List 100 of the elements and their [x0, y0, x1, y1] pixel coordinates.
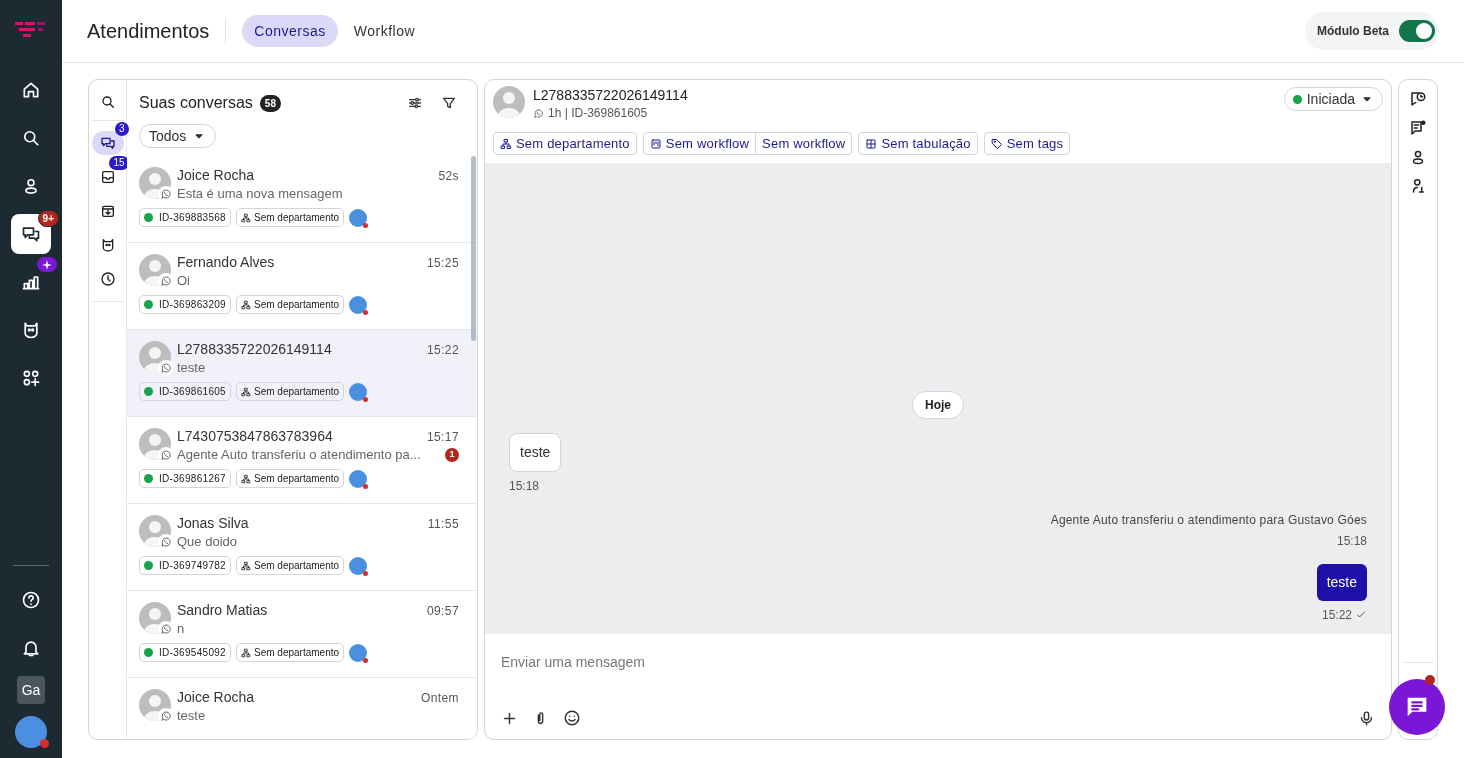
timestamp: 15:17 [426, 429, 459, 446]
inbox-icon [99, 169, 116, 185]
department-chip: Sem departamento [236, 382, 345, 401]
archive-icon [99, 203, 116, 219]
chat-clock-icon[interactable] [1409, 90, 1427, 108]
microphone-icon[interactable] [1358, 709, 1375, 727]
agent-avatar [349, 643, 368, 662]
tag-icon [990, 137, 1003, 150]
sitemap-icon [500, 137, 512, 150]
tag-button[interactable]: Sem tags [984, 133, 1070, 154]
agent-avatar [349, 295, 368, 314]
beta-label: Módulo Beta [1317, 23, 1389, 40]
chat-bubbles-icon [21, 224, 41, 244]
unread-badge: 1 [445, 447, 459, 462]
bell-icon [21, 638, 41, 658]
emoji-icon[interactable] [563, 709, 581, 727]
chat-bubble-icon [160, 362, 172, 374]
department-chip: Sem departamento [236, 208, 345, 227]
message-input[interactable]: Enviar uma mensagem [501, 652, 1375, 673]
department-chip: Sem departamento [236, 295, 345, 314]
message-bubble: teste [1316, 564, 1367, 601]
tag-button[interactable]: Sem workflow [755, 133, 852, 154]
agent-avatar [349, 469, 368, 488]
chat-bubble-icon [160, 623, 172, 635]
tab[interactable]: Conversas [242, 15, 338, 47]
home-icon [21, 80, 41, 100]
message-time: 15:18 [1336, 533, 1367, 550]
agent-avatar [349, 382, 368, 401]
logo-icon[interactable] [15, 20, 47, 40]
grid-icon [865, 137, 878, 150]
tag-button[interactable]: Sem workflow [643, 133, 756, 154]
tag-button[interactable]: Sem departamento [494, 133, 636, 154]
sitemap-icon [241, 212, 251, 223]
contact-name: L7430753847863783964 [177, 428, 333, 446]
search-icon [21, 128, 41, 148]
sliders-icon[interactable] [407, 95, 423, 111]
count-badge: 15 [109, 156, 129, 170]
user-avatar[interactable] [15, 716, 47, 748]
chat-bubble-icon [160, 188, 172, 200]
account-initials[interactable]: Ga [17, 676, 45, 704]
sitemap-icon [241, 473, 251, 484]
id-chip: ID-369545092 [139, 643, 231, 662]
agent-avatar [349, 208, 368, 227]
count-badge: 3 [114, 122, 129, 136]
scrollbar-thumb[interactable] [471, 156, 476, 341]
board-icon [649, 137, 662, 150]
department-chip: Sem departamento [236, 469, 345, 488]
beta-module-toggle[interactable]: Módulo Beta [1305, 12, 1439, 50]
notes-icon[interactable] [1409, 119, 1427, 137]
chat-bubble-icon [160, 275, 172, 287]
chat-bubble-icon [160, 449, 172, 461]
system-message: Agente Auto transferiu o atendimento para Gustavo Góes [1050, 512, 1367, 529]
count-badge: 58 [259, 94, 281, 112]
search-icon [99, 94, 116, 110]
id-chip: ID-369749782 [139, 556, 231, 575]
contact-name: L2788335722026149114 [177, 341, 332, 359]
contact-name: Jonas Silva [177, 515, 249, 533]
message-preview: n [177, 620, 185, 637]
contact-name: Sandro Matias [177, 602, 268, 620]
contact-name: Fernando Alves [177, 254, 275, 272]
tab[interactable]: Workflow [341, 15, 428, 47]
toggle-switch[interactable] [1399, 20, 1435, 42]
id-chip: ID-369861267 [139, 469, 231, 488]
chat-bubble-icon [160, 536, 172, 548]
clock-icon [99, 271, 116, 287]
timestamp: Ontem [421, 690, 459, 707]
sitemap-icon [241, 647, 251, 658]
message-bubble: teste [509, 433, 562, 472]
chat-bubble-icon [533, 107, 544, 119]
timestamp: 15:22 [426, 342, 459, 359]
avatar-icon [493, 86, 525, 118]
sitemap-icon [241, 560, 251, 571]
timestamp: 11:55 [427, 516, 459, 533]
message-preview: teste [177, 707, 206, 724]
message-preview: Agente Auto transferiu o atendimento pa... [177, 446, 421, 463]
id-chip: ID-369863209 [139, 295, 231, 314]
tag-button[interactable]: Sem tabulação [859, 133, 977, 154]
contact-name: L2788335722026149114 [533, 86, 688, 104]
message-preview: Oi [177, 272, 190, 289]
filter-icon[interactable] [441, 95, 457, 111]
id-chip: ID-369861605 [139, 382, 231, 401]
status-label: Iniciada [1306, 89, 1355, 109]
message-preview: Que doido [177, 533, 237, 550]
chat-bubble-icon [160, 710, 172, 722]
department-chip: Sem departamento [236, 556, 345, 575]
page-title: Atendimentos [87, 19, 210, 44]
sitemap-icon [241, 386, 251, 397]
robot-icon [21, 320, 41, 340]
department-chip: Sem departamento [236, 643, 345, 662]
timestamp: 52s [438, 168, 459, 185]
conversation-item[interactable]: L2788335722026149114 15:22 teste ID-369861605 Sem departamento [127, 330, 477, 417]
timestamp: 09:57 [426, 603, 459, 620]
timestamp: 15:25 [426, 255, 459, 272]
message-preview: teste [177, 359, 206, 376]
message-preview: Esta é uma nova mensagem [177, 185, 343, 202]
filter-label: Todos [149, 126, 187, 146]
id-chip: ID-369883568 [139, 208, 231, 227]
contact-name: Joice Rocha [177, 689, 255, 707]
agent-avatar [349, 556, 368, 575]
conversation-item[interactable]: Joice Rocha 52s Esta é uma nova mensagem ID-369883568 Sem departamento [127, 156, 477, 243]
